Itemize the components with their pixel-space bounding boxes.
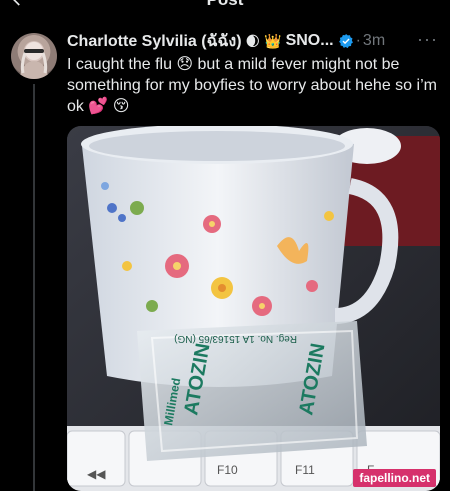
top-bar: Post [0, 0, 450, 14]
separator-dot: · [355, 32, 361, 49]
watermark: fapellino.net [353, 469, 436, 487]
photo-illustration: Reg. No. 1A 15163/65 (NG) ATOZIN Millime… [67, 126, 440, 491]
post-text: I caught the flu 😞 but a mild fever migh… [67, 56, 437, 115]
verified-badge-icon [338, 34, 353, 49]
avatar[interactable] [11, 33, 57, 79]
post-time[interactable]: 3m [363, 32, 385, 50]
moon-emoji: 🌒 [245, 32, 261, 49]
key-f10-label: F10 [217, 463, 238, 477]
thread-line [33, 84, 35, 491]
medicine-packet: Reg. No. 1A 15163/65 (NG) ATOZIN Millime… [137, 321, 367, 461]
post-header: Charlotte Sylvilia (ฉัฉัง) 🌒 👑 SNO... · … [67, 30, 438, 52]
page-title: Post [0, 0, 450, 10]
crown-emoji: 👑 [264, 32, 282, 49]
key-arrows-label: ◀◀ [87, 467, 106, 481]
author-name-tail[interactable]: SNO... [286, 32, 334, 50]
key-f11-label: F11 [295, 463, 315, 477]
author-name[interactable]: Charlotte Sylvilia (ฉัฉัง) [67, 29, 242, 54]
post-image[interactable]: Reg. No. 1A 15163/65 (NG) ATOZIN Millime… [67, 126, 440, 491]
more-options-icon[interactable]: ··· [417, 29, 438, 50]
